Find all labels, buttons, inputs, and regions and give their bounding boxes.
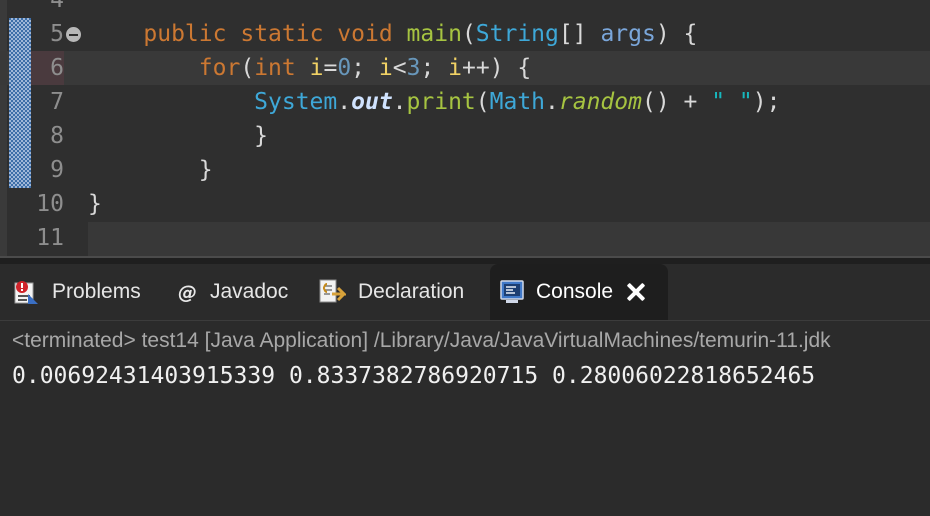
- code-text: public static void main(String[] args) {: [143, 21, 698, 47]
- svg-text:@: @: [178, 282, 197, 304]
- line-number: 8: [50, 123, 64, 149]
- line-number: 10: [36, 191, 64, 217]
- console-process-description: <terminated> test14 [Java Application] /…: [12, 329, 831, 352]
- line-number: 11: [36, 225, 64, 251]
- panel-tab-bar: Problems @ Javadoc Declaration Console: [0, 264, 930, 321]
- console-view[interactable]: <terminated> test14 [Java Application] /…: [0, 321, 930, 516]
- code-line-11[interactable]: 11: [0, 221, 930, 255]
- line-number: 4: [50, 0, 64, 13]
- editor-border: [0, 256, 930, 258]
- tab-label: Console: [536, 280, 614, 303]
- tab-declaration[interactable]: Declaration: [318, 264, 464, 320]
- tab-label: Declaration: [358, 280, 465, 303]
- code-line-9[interactable]: 9 }: [0, 153, 930, 187]
- line-number: 6: [31, 51, 64, 85]
- line-number: 5: [50, 21, 64, 47]
- code-text: }: [88, 123, 269, 149]
- quick-diff-marker: [9, 18, 31, 188]
- code-line-10[interactable]: 10 }: [0, 187, 930, 221]
- code-line-4[interactable]: 4: [0, 0, 930, 17]
- console-output[interactable]: 0.00692431403915339 0.8337382786920715 0…: [12, 363, 815, 389]
- javadoc-icon: @: [176, 278, 198, 306]
- code-line-6[interactable]: 6 for(int i=0; i<3; i++) {: [0, 51, 930, 85]
- console-icon: [500, 278, 524, 306]
- code-text: System.out.print(Math.random() + " ");: [254, 89, 781, 115]
- tab-label: Javadoc: [210, 280, 289, 303]
- line-number: 7: [50, 89, 64, 115]
- tab-label: Problems: [52, 280, 141, 303]
- code-text: for(int i=0; i<3; i++) {: [198, 55, 532, 81]
- fold-collapse-icon[interactable]: [66, 27, 81, 42]
- problems-icon: [12, 278, 40, 306]
- code-text: }: [88, 191, 102, 217]
- code-line-7[interactable]: 7 System.out.print(Math.random() + " ");: [0, 85, 930, 119]
- code-text: }: [88, 157, 213, 183]
- tab-console[interactable]: Console: [490, 264, 668, 320]
- tab-problems[interactable]: Problems: [12, 264, 141, 320]
- code-line-8[interactable]: 8 }: [0, 119, 930, 153]
- code-editor[interactable]: 4 5 public static void main(String[] arg…: [0, 0, 930, 256]
- code-line-5[interactable]: 5 public static void main(String[] args)…: [0, 17, 930, 51]
- close-icon[interactable]: [625, 281, 647, 303]
- line-number: 9: [50, 157, 64, 183]
- tab-javadoc[interactable]: @ Javadoc: [176, 264, 288, 320]
- declaration-icon: [318, 278, 348, 306]
